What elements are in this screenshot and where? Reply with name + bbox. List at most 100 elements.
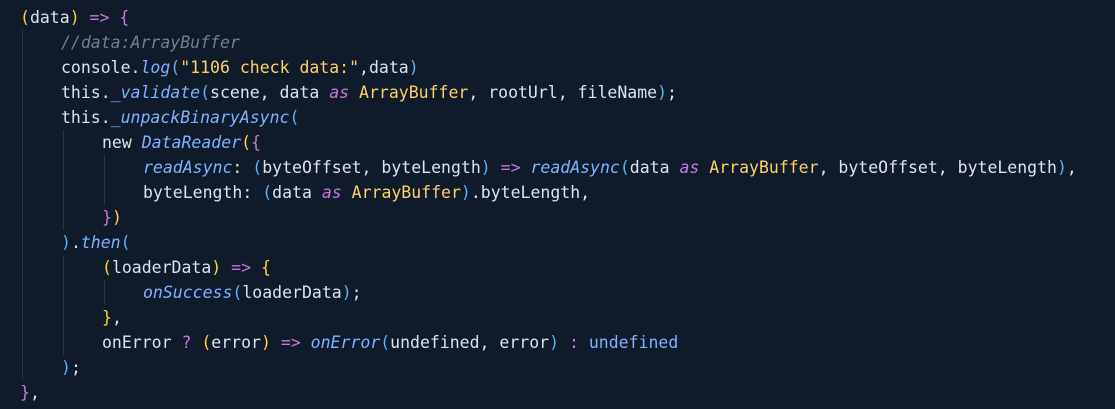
code-token: )	[408, 58, 419, 77]
code-line: this._unpackBinaryAsync(	[61, 105, 299, 130]
code-token: )	[480, 158, 491, 177]
code-token: _unpackBinaryAsync	[110, 108, 290, 127]
code-token: data	[29, 8, 70, 27]
code-token: )	[657, 83, 668, 102]
code-token: =>	[221, 258, 261, 277]
code-token: (	[120, 233, 131, 252]
code-token: )	[69, 8, 80, 27]
code-token: DataReader	[141, 133, 242, 152]
code-token: readAsync	[530, 158, 620, 177]
code-token: )	[211, 258, 222, 277]
code-token: :	[232, 158, 253, 177]
code-token: =>	[79, 8, 120, 27]
code-token: ?	[181, 333, 192, 352]
code-token: }	[20, 383, 30, 402]
code-token: .	[70, 233, 81, 252]
code-line: onError ? (error) => onError(undefined, …	[102, 330, 678, 355]
code-line: ).then(	[61, 230, 131, 255]
code-token: onError	[102, 333, 182, 352]
code-token: )	[1056, 158, 1067, 177]
code-token: ArrayBuffer	[359, 83, 469, 102]
code-token: as	[329, 83, 350, 102]
code-token: , byteOffset, byteLength	[818, 158, 1057, 177]
code-editor[interactable]: (data) => {//data:ArrayBuffer console.log…	[0, 0, 1115, 409]
code-token: as	[679, 158, 700, 177]
code-token: =>	[490, 158, 531, 177]
code-token: (	[252, 158, 263, 177]
code-token: onError	[310, 333, 381, 352]
code-token: this.	[61, 108, 111, 127]
code-token: (	[241, 133, 252, 152]
code-line: onSuccess(loaderData);	[143, 280, 362, 305]
code-token: byteLength	[143, 183, 243, 202]
code-token: )	[341, 283, 352, 302]
code-token: log	[140, 58, 171, 77]
code-line: );	[61, 355, 81, 380]
code-token: )	[460, 183, 471, 202]
code-token: ,	[359, 58, 369, 77]
indent-guide	[63, 255, 64, 355]
code-token: loaderData	[242, 283, 342, 302]
code-token: then	[80, 233, 121, 252]
code-line: new DataReader({	[102, 130, 261, 155]
code-token: ,	[29, 383, 40, 402]
indent-guide	[63, 130, 64, 230]
indent-guide	[22, 30, 23, 380]
code-token: data	[272, 183, 322, 202]
code-token: undefined	[588, 333, 679, 352]
code-token: (	[380, 333, 391, 352]
code-token: :	[568, 333, 579, 352]
code-token: (	[232, 283, 243, 302]
code-token: new	[102, 133, 142, 152]
code-token: ArrayBuffer	[351, 183, 461, 202]
code-token: )	[260, 333, 271, 352]
code-token: =>	[270, 333, 311, 352]
code-token: (	[289, 108, 300, 127]
code-token: data	[629, 158, 680, 177]
code-token: , rootUrl, fileName	[468, 83, 658, 102]
code-token: readAsync	[143, 158, 233, 177]
code-token: ;	[70, 358, 81, 377]
code-token: )	[111, 208, 122, 227]
code-line: byteLength: (data as ArrayBuffer).byteLe…	[143, 180, 590, 205]
code-line: (loaderData) => {	[102, 255, 271, 280]
code-token: }	[102, 208, 112, 227]
code-token: {	[260, 258, 271, 277]
code-token: )	[61, 358, 71, 377]
code-token: }	[102, 308, 112, 327]
code-token: (	[201, 333, 212, 352]
code-token: console.	[61, 58, 141, 77]
code-token: data	[368, 58, 409, 77]
code-token: undefined, error	[390, 333, 550, 352]
code-token: "1106 check data:"	[180, 58, 360, 77]
code-line: },	[20, 380, 40, 405]
code-token: (	[20, 8, 30, 27]
code-token: .byteLength,	[470, 183, 591, 202]
code-token: (	[200, 83, 211, 102]
code-token: (	[170, 58, 181, 77]
code-token: {	[251, 133, 261, 152]
code-line: (data) => {	[20, 5, 129, 30]
code-token: as	[321, 183, 342, 202]
code-line: //data:ArrayBuffer	[61, 30, 240, 55]
code-token: _validate	[110, 83, 201, 102]
code-token: ;	[351, 283, 362, 302]
indent-guide	[104, 155, 105, 205]
code-token: ,	[111, 308, 122, 327]
code-line: console.log("1106 check data:",data)	[61, 55, 419, 80]
code-token: scene, data	[210, 83, 330, 102]
code-token: (	[102, 258, 112, 277]
code-line: readAsync: (byteOffset, byteLength) => r…	[143, 155, 1077, 180]
code-token: ;	[667, 83, 677, 102]
code-line: })	[102, 205, 122, 230]
code-token: )	[549, 333, 560, 352]
code-token: error	[211, 333, 261, 352]
code-token: byteOffset, byteLength	[262, 158, 481, 177]
code-token: (	[262, 183, 273, 202]
code-line: },	[102, 305, 122, 330]
